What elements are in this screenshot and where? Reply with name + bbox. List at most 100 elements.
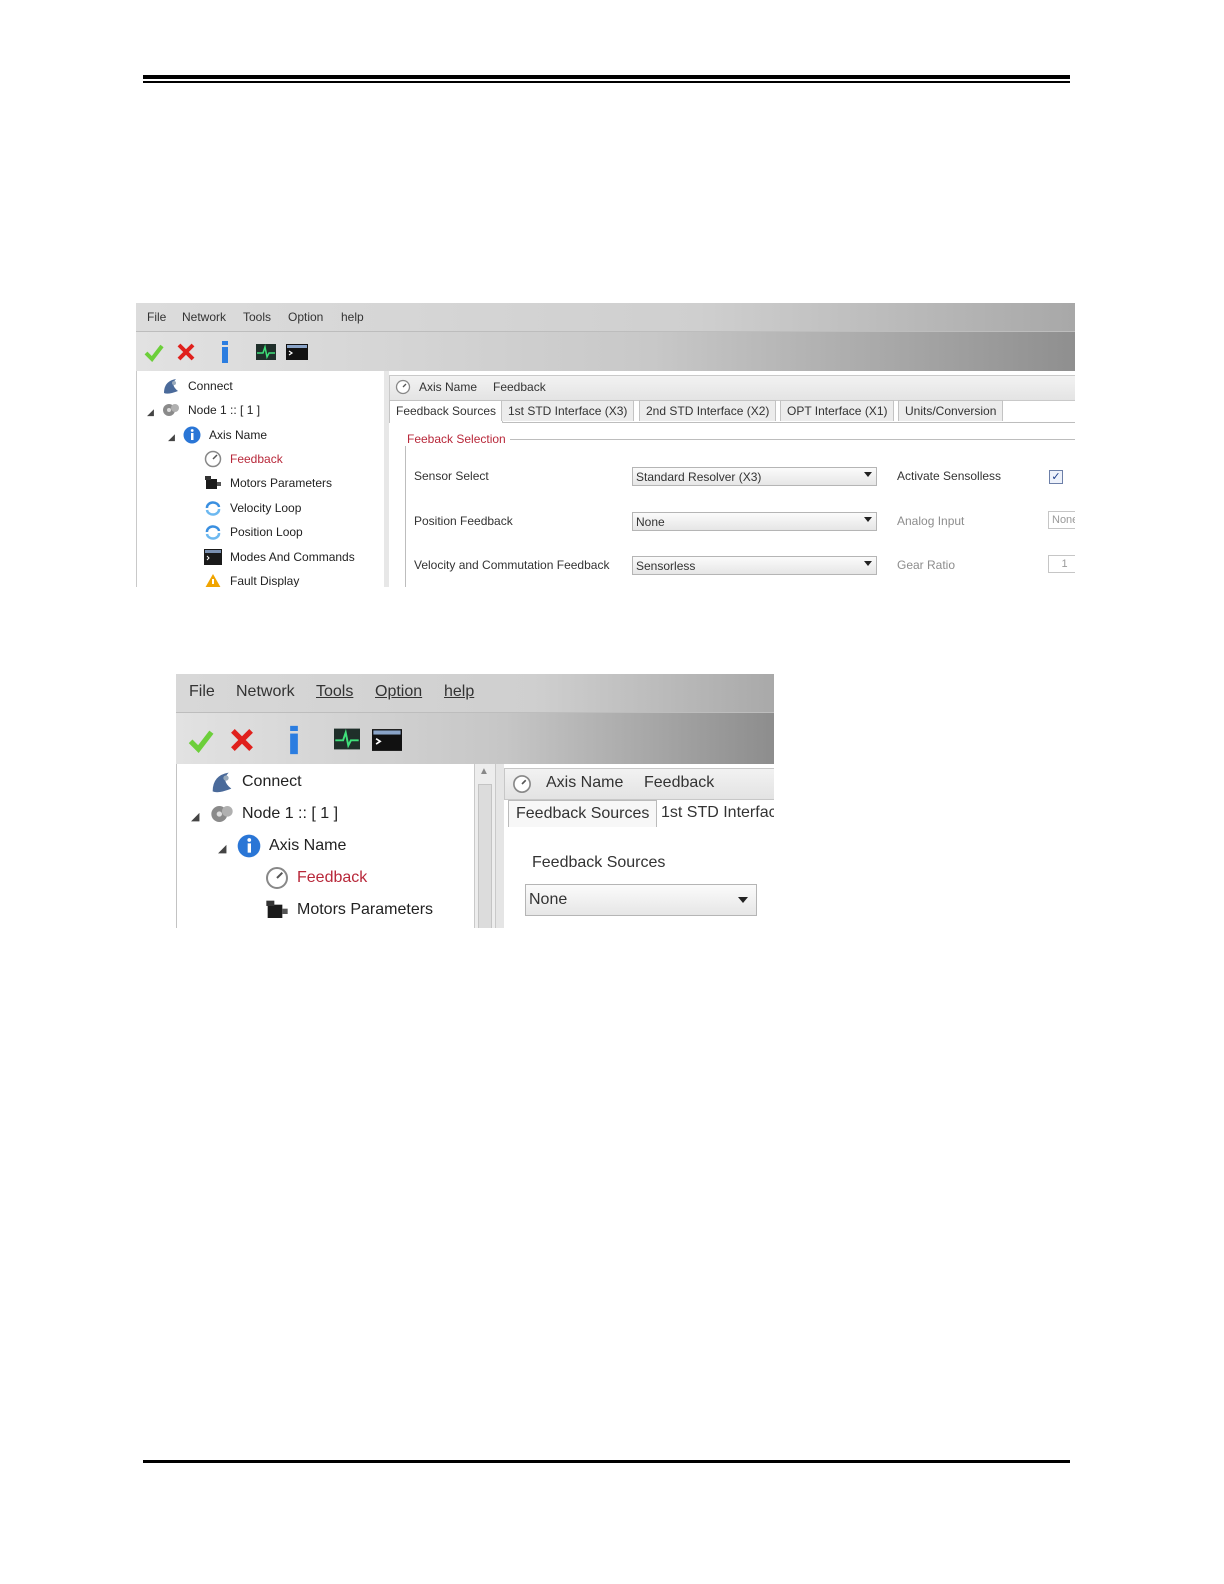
terminal-icon[interactable] (372, 728, 402, 752)
gauge-icon (395, 379, 411, 398)
info-icon (183, 426, 201, 444)
menu-option[interactable]: Option (375, 683, 422, 701)
feedback-panel: Axis Name Feedback Feedback Sources 1st … (504, 764, 774, 928)
tree-item-velocity-loop[interactable]: Velocity Loop (204, 499, 301, 517)
gauge-icon (204, 450, 222, 468)
chevron-down-icon (864, 517, 872, 522)
menu-bar: File Network Tools Option help (176, 674, 774, 712)
tab-1st-std-interface[interactable]: 1st STD Interface (654, 800, 774, 826)
header-axis-name: Axis Name (546, 774, 624, 791)
menu-help[interactable]: help (444, 683, 474, 701)
gear-ratio-field[interactable]: 1 (1048, 555, 1075, 573)
header-section: Feedback (644, 774, 715, 791)
group-title: Feeback Selection (403, 432, 510, 446)
tree-item-connect[interactable]: Connect (210, 770, 302, 794)
check-icon[interactable] (188, 727, 214, 753)
analog-input-label: Analog Input (897, 514, 965, 528)
tab-2nd-std-interface[interactable]: 2nd STD Interface (X2) (639, 400, 777, 421)
tab-bar: Feedback Sources 1st STD Interface (504, 800, 774, 828)
chevron-down-icon (864, 561, 872, 566)
expand-arrow-icon[interactable]: ◢ (191, 810, 199, 823)
menu-tools[interactable]: Tools (243, 310, 271, 324)
loop-arrows-icon (204, 499, 222, 517)
position-feedback-label: Position Feedback (414, 514, 513, 528)
chevron-up-icon[interactable]: ▲ (479, 766, 489, 777)
motor-icon (265, 898, 289, 922)
satellite-dish-icon (210, 770, 234, 794)
tab-units-conversion[interactable]: Units/Conversion (898, 400, 1004, 421)
tab-1st-std-interface[interactable]: 1st STD Interface (X3) (501, 400, 635, 421)
splitter[interactable] (496, 764, 504, 928)
tree-item-position-loop[interactable]: Position Loop (204, 523, 303, 541)
position-feedback-dropdown[interactable]: None (632, 512, 877, 531)
panel-header: Axis Name Feedback (389, 375, 1075, 401)
panel-header: Axis Name Feedback (504, 768, 774, 800)
velocity-feedback-dropdown[interactable]: Sensorless (632, 556, 877, 575)
info-icon (237, 834, 261, 858)
scope-icon[interactable] (334, 728, 360, 750)
close-icon[interactable] (229, 727, 255, 753)
header-rule-thin (143, 81, 1070, 83)
tree-item-modes-and-commands[interactable]: Modes And Commands (204, 548, 355, 566)
sensor-select-label: Sensor Select (414, 469, 489, 483)
tree-item-axis-name[interactable]: Axis Name (183, 426, 267, 444)
header-section: Feedback (493, 380, 546, 394)
menu-network[interactable]: Network (182, 310, 226, 324)
menu-network[interactable]: Network (236, 683, 295, 701)
activate-sensorless-checkbox[interactable]: ✓ (1049, 470, 1063, 484)
scrollbar-thumb[interactable] (478, 784, 492, 928)
info-bar-icon[interactable] (285, 725, 303, 755)
tab-bar: Feedback Sources 1st STD Interface (X3) … (389, 400, 1075, 423)
tree-item-node[interactable]: Node 1 :: [ 1 ] (162, 401, 260, 419)
tree-item-axis-name[interactable]: Axis Name (237, 834, 346, 858)
sensor-select-dropdown[interactable]: Standard Resolver (X3) (632, 467, 877, 486)
feedback-sources-dropdown[interactable]: None (525, 884, 757, 916)
gauge-icon (265, 866, 289, 890)
tab-feedback-sources[interactable]: Feedback Sources (389, 400, 504, 423)
motor-icon (204, 474, 222, 492)
navigation-tree: Connect ◢ Node 1 :: [ 1 ] ◢ Axis Name Fe… (176, 764, 475, 928)
screenshot-feedback-full: File Network Tools Option help Connect ◢ (136, 303, 1075, 587)
menu-tools[interactable]: Tools (316, 683, 353, 701)
tree-item-feedback[interactable]: Feedback (204, 450, 283, 468)
footer-rule (143, 1460, 1070, 1463)
scope-icon[interactable] (256, 344, 276, 360)
screenshot-feedback-sources: File Network Tools Option help Connect ◢ (176, 674, 774, 928)
chevron-down-icon (738, 897, 748, 903)
tree-item-fault-display[interactable]: Fault Display (204, 572, 299, 587)
menu-file[interactable]: File (189, 683, 215, 701)
gear-cluster-icon (210, 802, 234, 826)
menu-file[interactable]: File (147, 310, 166, 324)
tab-feedback-sources[interactable]: Feedback Sources (508, 800, 658, 827)
tree-item-motors-parameters[interactable]: Motors Parameters (204, 474, 332, 492)
tree-item-node[interactable]: Node 1 :: [ 1 ] (210, 802, 338, 826)
menu-bar: File Network Tools Option help (136, 303, 1075, 331)
gear-cluster-icon (162, 401, 180, 419)
expand-arrow-icon[interactable]: ◢ (147, 407, 154, 418)
loop-arrows-icon (204, 523, 222, 541)
activate-sensorless-label: Activate Sensolless (897, 469, 1002, 483)
analog-input-field[interactable]: None (1048, 511, 1075, 529)
velocity-feedback-label: Velocity and Commutation Feedback (414, 558, 610, 572)
navigation-tree: Connect ◢ Node 1 :: [ 1 ] ◢ Axis Name Fe… (136, 371, 387, 587)
check-icon[interactable] (144, 342, 164, 362)
gauge-icon (512, 774, 532, 799)
tree-item-connect[interactable]: Connect (162, 377, 233, 395)
expand-arrow-icon[interactable]: ◢ (168, 432, 175, 443)
toolbar (136, 331, 1075, 372)
info-bar-icon[interactable] (218, 341, 232, 363)
header-rule-thick (143, 75, 1070, 79)
toolbar (176, 712, 774, 765)
menu-help[interactable]: help (341, 310, 364, 324)
tree-scrollbar[interactable]: ▲ (474, 764, 496, 928)
terminal-icon[interactable] (286, 344, 308, 360)
menu-option[interactable]: Option (288, 310, 323, 324)
tree-item-feedback[interactable]: Feedback (265, 866, 367, 890)
tree-item-motors-parameters[interactable]: Motors Parameters (265, 898, 433, 922)
close-icon[interactable] (176, 342, 196, 362)
feedback-sources-label: Feedback Sources (532, 854, 666, 871)
expand-arrow-icon[interactable]: ◢ (218, 842, 226, 855)
feedback-panel: Axis Name Feedback Feedback Sources 1st … (389, 371, 1075, 587)
tab-opt-interface[interactable]: OPT Interface (X1) (780, 400, 895, 421)
chevron-down-icon (864, 472, 872, 477)
